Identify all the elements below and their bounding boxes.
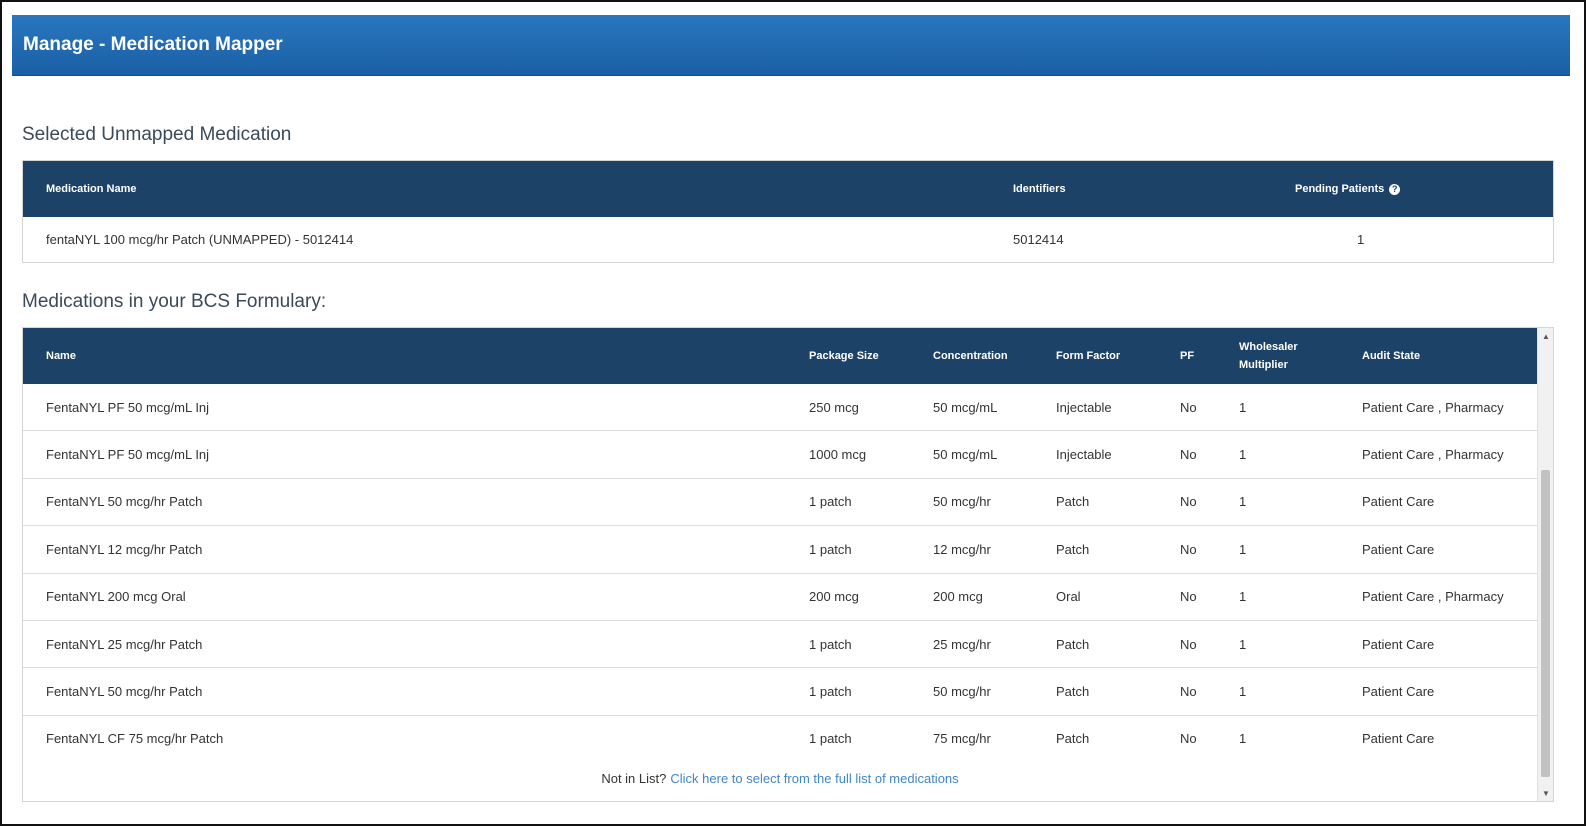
unmapped-pending-patients: 1 xyxy=(1357,232,1365,247)
formulary-row[interactable]: FentaNYL 12 mcg/hr Patch 1 patch 12 mcg/hr… xyxy=(23,526,1537,574)
full-medication-list-link[interactable]: Click here to select from the full list … xyxy=(670,771,958,786)
wholesaler-multiplier-cell: 1 xyxy=(1239,589,1247,605)
concentration-cell: 12 mcg/hr xyxy=(933,541,991,557)
package-size-cell: 1 patch xyxy=(809,494,852,510)
package-size-cell: 1 patch xyxy=(809,636,852,652)
audit-state-cell: Patient Care xyxy=(1362,541,1435,557)
scrollbar-thumb[interactable] xyxy=(1541,470,1550,777)
column-pending-patients[interactable]: Pending Patients ? xyxy=(1295,161,1401,217)
medication-name-cell: FentaNYL PF 50 mcg/mL Inj xyxy=(46,447,210,463)
column-concentration[interactable]: Concentration xyxy=(933,328,1008,384)
form-factor-cell: Injectable xyxy=(1056,447,1112,463)
package-size-cell: 250 mcg xyxy=(809,399,859,415)
column-wholesaler-line2: Multiplier xyxy=(1239,359,1288,371)
concentration-cell: 50 mcg/mL xyxy=(933,447,998,463)
unmapped-section-heading: Selected Unmapped Medication xyxy=(22,124,292,145)
audit-state-cell: Patient Care xyxy=(1362,636,1435,652)
scroll-up-arrow-icon[interactable]: ▲ xyxy=(1538,328,1553,344)
column-pending-patients-label: Pending Patients xyxy=(1295,183,1385,195)
form-factor-cell: Patch xyxy=(1056,684,1090,700)
column-wholesaler-multiplier[interactable]: Wholesaler Multiplier xyxy=(1239,328,1298,384)
package-size-cell: 1 patch xyxy=(809,541,852,557)
audit-state-cell: Patient Care xyxy=(1362,684,1435,700)
question-circle-icon[interactable]: ? xyxy=(1389,183,1401,195)
audit-state-cell: Patient Care , Pharmacy xyxy=(1362,447,1504,463)
audit-state-cell: Patient Care xyxy=(1362,494,1435,510)
not-in-list-footer: Not in List? Click here to select from t… xyxy=(23,754,1537,801)
formulary-row[interactable]: FentaNYL 25 mcg/hr Patch 1 patch 25 mcg/hr… xyxy=(23,621,1537,669)
column-form-factor[interactable]: Form Factor xyxy=(1056,328,1120,384)
package-size-cell: 1 patch xyxy=(809,684,852,700)
package-size-cell: 200 mcg xyxy=(809,589,859,605)
unmapped-medication-row[interactable]: fentaNYL 100 mcg/hr Patch (UNMAPPED) - 5… xyxy=(23,217,1553,262)
column-name[interactable]: Name xyxy=(46,328,76,384)
wholesaler-multiplier-cell: 1 xyxy=(1239,684,1247,700)
form-factor-cell: Injectable xyxy=(1056,399,1112,415)
formulary-table: Name Package Size Concentration Form Fac… xyxy=(22,327,1554,802)
column-pf[interactable]: PF xyxy=(1180,328,1194,384)
pf-cell: No xyxy=(1180,541,1197,557)
unmapped-medication-identifier: 5012414 xyxy=(1013,232,1064,247)
unmapped-table-header: Medication Name Identifiers Pending Pati… xyxy=(23,161,1553,217)
page-header: Manage - Medication Mapper xyxy=(12,15,1570,76)
app-window: Manage - Medication Mapper Selected Unma… xyxy=(0,0,1586,826)
package-size-cell: 1000 mcg xyxy=(809,447,867,463)
wholesaler-multiplier-cell: 1 xyxy=(1239,494,1247,510)
not-in-list-prompt: Not in List? xyxy=(601,770,667,786)
scroll-down-arrow-icon[interactable]: ▼ xyxy=(1538,785,1553,801)
pf-cell: No xyxy=(1180,589,1197,605)
formulary-row[interactable]: FentaNYL 200 mcg Oral 200 mcg 200 mcg Oral N… xyxy=(23,573,1537,621)
formulary-row[interactable]: FentaNYL 50 mcg/hr Patch 1 patch 50 mcg/hr… xyxy=(23,668,1537,716)
medication-name-cell: FentaNYL 200 mcg Oral xyxy=(46,589,186,605)
medication-name-cell: FentaNYL 12 mcg/hr Patch xyxy=(46,541,203,557)
pf-cell: No xyxy=(1180,684,1197,700)
formulary-row[interactable]: FentaNYL 50 mcg/hr Patch 1 patch 50 mcg/hr… xyxy=(23,478,1537,527)
wholesaler-multiplier-cell: 1 xyxy=(1239,636,1247,652)
column-package-size[interactable]: Package Size xyxy=(809,328,879,384)
concentration-cell: 50 mcg/mL xyxy=(933,399,998,415)
concentration-cell: 25 mcg/hr xyxy=(933,636,991,652)
formulary-scrollbar[interactable]: ▲ ▼ xyxy=(1537,328,1553,801)
audit-state-cell: Patient Care , Pharmacy xyxy=(1362,589,1504,605)
audit-state-cell: Patient Care , Pharmacy xyxy=(1362,399,1504,415)
formulary-table-header: Name Package Size Concentration Form Fac… xyxy=(23,328,1537,384)
wholesaler-multiplier-cell: 1 xyxy=(1239,541,1247,557)
form-factor-cell: Oral xyxy=(1056,589,1081,605)
formulary-row[interactable]: FentaNYL PF 50 mcg/mL Inj 1000 mcg 50 mcg/… xyxy=(23,431,1537,479)
formulary-section-heading: Medications in your BCS Formulary: xyxy=(22,291,327,312)
medication-name-cell: FentaNYL PF 50 mcg/mL Inj xyxy=(46,399,210,415)
medication-name-cell: FentaNYL 25 mcg/hr Patch xyxy=(46,636,203,652)
column-medication-name[interactable]: Medication Name xyxy=(46,161,136,217)
concentration-cell: 50 mcg/hr xyxy=(933,494,991,510)
pf-cell: No xyxy=(1180,399,1197,415)
form-factor-cell: Patch xyxy=(1056,494,1090,510)
wholesaler-multiplier-cell: 1 xyxy=(1239,447,1247,463)
unmapped-medication-table: Medication Name Identifiers Pending Pati… xyxy=(22,160,1554,263)
pf-cell: No xyxy=(1180,447,1197,463)
column-identifiers[interactable]: Identifiers xyxy=(1013,161,1066,217)
form-factor-cell: Patch xyxy=(1056,636,1090,652)
form-factor-cell: Patch xyxy=(1056,541,1090,557)
wholesaler-multiplier-cell: 1 xyxy=(1239,399,1247,415)
column-audit-state[interactable]: Audit State xyxy=(1362,328,1420,384)
concentration-cell: 200 mcg xyxy=(933,589,983,605)
page-title: Manage - Medication Mapper xyxy=(23,34,283,55)
medication-name-cell: FentaNYL 50 mcg/hr Patch xyxy=(46,494,203,510)
medication-name-cell: FentaNYL 50 mcg/hr Patch xyxy=(46,684,203,700)
pf-cell: No xyxy=(1180,636,1197,652)
column-wholesaler-line1: Wholesaler xyxy=(1239,341,1298,353)
pf-cell: No xyxy=(1180,494,1197,510)
formulary-row[interactable]: FentaNYL PF 50 mcg/mL Inj 250 mcg 50 mcg/m… xyxy=(23,384,1537,432)
concentration-cell: 50 mcg/hr xyxy=(933,684,991,700)
unmapped-medication-name: fentaNYL 100 mcg/hr Patch (UNMAPPED) - 5… xyxy=(46,232,354,247)
